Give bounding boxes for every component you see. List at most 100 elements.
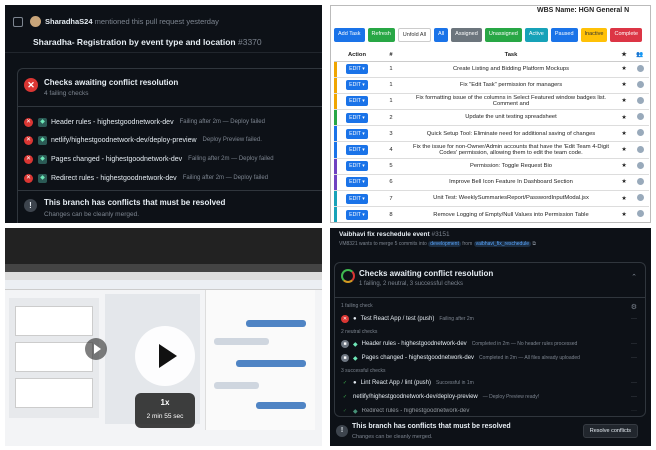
pr-title-link[interactable]: Sharadha- Registration by event type and… [33, 37, 262, 47]
check-row[interactable]: ■ ◆ Pages changed - highestgoodnetwork-dev… [341, 352, 637, 364]
filter-button[interactable]: Assigned [451, 28, 482, 42]
pr-title[interactable]: Sharadha- Registration by event type and… [33, 37, 236, 47]
settings-icon[interactable]: ⚙ [631, 303, 637, 311]
filter-button[interactable]: Complete [610, 28, 643, 42]
author-link[interactable]: SharadhaS24 [45, 17, 93, 26]
avatar[interactable] [30, 16, 41, 27]
edit-dropdown-button[interactable]: EDIT ▾ [346, 193, 368, 204]
filter-button[interactable]: All [434, 28, 449, 42]
table-row[interactable]: EDIT ▾ 4 Fix the issue for non-Owner/Admin… [334, 141, 649, 159]
resolve-conflicts-button[interactable]: Resolve conflicts [582, 424, 638, 438]
filter-button[interactable]: Active [524, 28, 548, 42]
avatar[interactable] [636, 113, 644, 121]
task-name[interactable]: Quick Setup Tool: Eliminate need for add… [405, 125, 617, 143]
collapse-chevron-icon[interactable]: ⌃ [631, 273, 637, 281]
check-name[interactable]: Pages changed - highestgoodnetwork-dev [51, 156, 182, 163]
base-branch[interactable]: development [428, 241, 461, 247]
task-name[interactable]: Improve Bell Icon Feature In Dashboard S… [405, 174, 617, 192]
task-name[interactable]: Fix the issue for non-Owner/Admin accoun… [405, 141, 617, 159]
avatar[interactable] [636, 64, 644, 72]
failing-section-label[interactable]: 1 failing check [341, 303, 373, 309]
check-row[interactable]: ✕ ◆ Redirect rules - highestgoodnetwork-de… [24, 172, 268, 184]
table-row[interactable]: EDIT ▾ 3 Quick Setup Tool: Eliminate need … [334, 125, 649, 143]
check-name[interactable]: netlify/highestgoodnetwork-dev/deploy-pr… [51, 137, 197, 144]
more-options-icon[interactable]: ··· [631, 341, 637, 347]
filter-button[interactable]: Unassigned [484, 28, 522, 42]
check-name[interactable]: Redirect rules - highestgoodnetwork-dev [51, 175, 177, 182]
star-icon[interactable]: ★ [617, 93, 631, 111]
check-name[interactable]: Test React App / test (push) [361, 316, 435, 322]
resource-cell[interactable] [631, 141, 649, 159]
head-branch[interactable]: vaibhavi_fix_reschedule [473, 241, 532, 247]
check-row[interactable]: ✓ ● Lint React App / lint (push) Successful… [341, 377, 637, 389]
task-name[interactable]: Unit Test: WeeklySummariesReport/Passwor… [405, 190, 617, 208]
resource-cell[interactable] [631, 174, 649, 192]
filter-button[interactable]: Refresh [367, 28, 395, 42]
more-options-icon[interactable]: ··· [631, 316, 637, 322]
more-options-icon[interactable]: ··· [631, 380, 637, 386]
resource-cell[interactable] [631, 206, 649, 222]
inline-play-icon[interactable] [85, 338, 107, 360]
check-row[interactable]: ✕ ◆ Header rules - highestgoodnetwork-dev F… [24, 116, 265, 128]
star-icon[interactable]: ★ [617, 174, 631, 192]
playback-speed[interactable]: 1x [135, 398, 195, 407]
edit-dropdown-button[interactable]: EDIT ▾ [346, 128, 368, 139]
filter-button[interactable]: Inactive [580, 28, 608, 42]
table-row[interactable]: EDIT ▾ 1 Fix "Edit Task" permission for ma… [334, 77, 649, 94]
task-name[interactable]: Remove Logging of Empty/Null Values into… [405, 206, 617, 222]
more-options-icon[interactable]: ··· [631, 408, 637, 414]
star-icon[interactable]: ★ [617, 77, 631, 94]
resource-cell[interactable] [631, 190, 649, 208]
avatar[interactable] [636, 161, 644, 169]
star-icon[interactable]: ★ [617, 190, 631, 208]
more-options-icon[interactable]: ··· [631, 355, 637, 361]
task-name[interactable]: Fix "Edit Task" permission for managers [405, 77, 617, 94]
star-icon[interactable]: ★ [617, 61, 631, 78]
task-name[interactable]: Update the unit testing spreadsheet [405, 109, 617, 127]
resource-cell[interactable] [631, 93, 649, 111]
check-name[interactable]: Redirect rules - highestgoodnetwork-dev [362, 408, 470, 414]
avatar[interactable] [636, 210, 644, 218]
table-row[interactable]: EDIT ▾ 1 Fix formatting issue of the colum… [334, 93, 649, 111]
task-name[interactable]: Permission: Toggle Request Bio [405, 158, 617, 175]
star-icon[interactable]: ★ [617, 158, 631, 175]
video-player[interactable]: 1x 2 min 55 sec [5, 228, 322, 446]
more-options-icon[interactable]: ··· [631, 394, 637, 400]
check-name[interactable]: Pages changed - highestgoodnetwork-dev [362, 355, 474, 361]
resource-cell[interactable] [631, 125, 649, 143]
check-name[interactable]: Lint React App / lint (push) [361, 380, 431, 386]
star-icon[interactable]: ★ [617, 109, 631, 127]
check-row[interactable]: ✓ ◆ Redirect rules - highestgoodnetwork-de… [341, 405, 637, 417]
table-row[interactable]: EDIT ▾ 6 Improve Bell Icon Feature In Dash… [334, 174, 649, 192]
table-row[interactable]: EDIT ▾ 5 Permission: Toggle Request Bio ★ [334, 158, 649, 175]
star-icon[interactable]: ★ [617, 125, 631, 143]
resource-cell[interactable] [631, 77, 649, 94]
neutral-section-label[interactable]: 2 neutral checks [341, 329, 377, 335]
pr-number[interactable]: #3370 [238, 37, 262, 47]
check-name[interactable]: Header rules - highestgoodnetwork-dev [51, 119, 174, 126]
edit-dropdown-button[interactable]: EDIT ▾ [346, 145, 368, 156]
edit-dropdown-button[interactable]: EDIT ▾ [346, 80, 368, 91]
edit-dropdown-button[interactable]: EDIT ▾ [346, 161, 368, 172]
pr-title[interactable]: Vaibhavi fix reschedule event [339, 231, 430, 238]
avatar[interactable] [636, 129, 644, 137]
check-row[interactable]: ✓ netlify/highestgoodnetwork-dev/deploy-p… [341, 391, 637, 403]
edit-dropdown-button[interactable]: EDIT ▾ [346, 177, 368, 188]
star-icon[interactable]: ★ [617, 206, 631, 222]
check-name[interactable]: netlify/highestgoodnetwork-dev/deploy-pr… [353, 394, 478, 400]
star-icon[interactable]: ★ [617, 141, 631, 159]
edit-dropdown-button[interactable]: EDIT ▾ [346, 96, 368, 107]
check-row[interactable]: ✕ ● Test React App / test (push) Failing af… [341, 313, 637, 325]
resource-cell[interactable] [631, 109, 649, 127]
check-row[interactable]: ✕ ◆ Pages changed - highestgoodnetwork-dev… [24, 153, 274, 165]
avatar[interactable] [636, 96, 644, 104]
copy-icon[interactable]: ⧉ [532, 241, 536, 247]
check-row[interactable]: ✕ ◆ netlify/highestgoodnetwork-dev/deploy-… [24, 134, 262, 146]
avatar[interactable] [636, 194, 644, 202]
table-row[interactable]: EDIT ▾ 7 Unit Test: WeeklySummariesReport/… [334, 190, 649, 208]
avatar[interactable] [636, 80, 644, 88]
task-name[interactable]: Create Listing and Bidding Platform Mock… [405, 61, 617, 78]
filter-button[interactable]: Unfold All [397, 28, 432, 42]
edit-dropdown-button[interactable]: EDIT ▾ [346, 112, 368, 123]
table-row[interactable]: EDIT ▾ 1 Create Listing and Bidding Platfo… [334, 61, 649, 78]
